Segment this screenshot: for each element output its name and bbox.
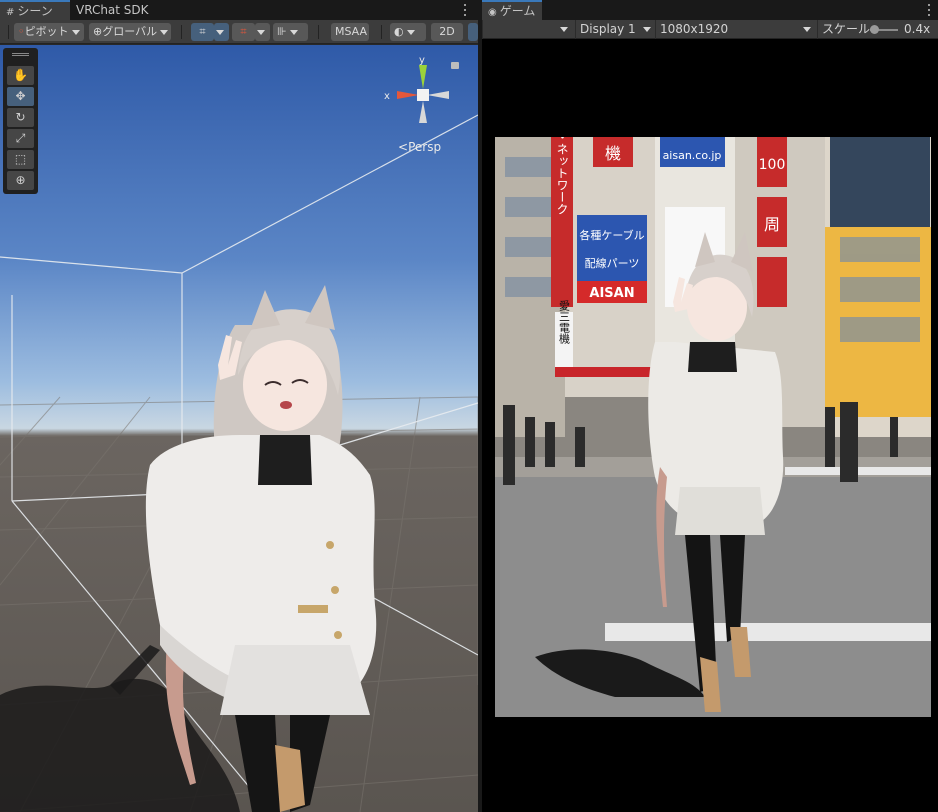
persp-label: Persp (408, 140, 442, 154)
gizmo-center-cube[interactable] (417, 89, 429, 101)
resolution-dropdown[interactable]: 1080x1920 (655, 20, 815, 39)
display-dropdown[interactable]: Display 1 (575, 20, 655, 39)
lock-icon[interactable] (451, 62, 459, 69)
scale-tool-button[interactable]: ⤢ (7, 129, 34, 148)
palette-grip-icon[interactable] (12, 53, 29, 56)
msaa-label: MSAA (335, 25, 368, 38)
increment-snap-icon: ⌗ (240, 25, 247, 38)
scale-value: 0.4x (904, 22, 931, 36)
globe-icon: ⊕ (93, 25, 103, 38)
game-scene-image: ル・ネットワーク 愛三電機 各種ケーブル 配線パーツ AISAN 機 aisan… (495, 137, 931, 717)
align-icon: ⊪ (277, 25, 287, 38)
tab-scene[interactable]: # シーン (0, 0, 70, 20)
scene-menu-icon[interactable] (460, 2, 470, 18)
projection-toggle[interactable]: <Persp (398, 140, 441, 154)
game-tabbar: ◉ ゲーム (482, 0, 938, 20)
scale-icon: ⤢ (15, 131, 26, 145)
gizmo-x-label: x (384, 91, 390, 102)
pivot-dropdown[interactable]: ◦ピボット (14, 23, 84, 41)
msaa-button[interactable]: MSAA (331, 23, 369, 41)
transform-icon: ⊕ (15, 173, 26, 187)
sign-url: aisan.co.jp (663, 149, 722, 162)
grid-snap-icon: ⌗ (199, 25, 206, 38)
pivot-label: ピボット (24, 25, 69, 38)
sign-shu: 周 (764, 215, 780, 234)
scene-panel: #シーン VRChat SDK ◦ピボット ⊕グローバル ⌗ ⌗ ⊪ MSAA (0, 0, 478, 812)
hand-icon: ✋ (13, 68, 28, 82)
increment-snap-button[interactable]: ⌗ (232, 23, 255, 41)
sign-network-text: ル・ネットワーク (555, 137, 569, 215)
gizmo-y-axis[interactable] (419, 65, 427, 89)
grid-dropdown[interactable] (214, 23, 229, 41)
gamepad-icon: ◉ (488, 7, 497, 18)
game-toolbar: Display 1 1080x1920 スケール 0.4x (482, 20, 938, 39)
game-panel: ◉ ゲーム Display 1 1080x1920 スケール 0.4x ル・ネッ… (482, 0, 938, 812)
move-tool-button[interactable]: ✥ (7, 87, 34, 106)
game-view-render[interactable]: ル・ネットワーク 愛三電機 各種ケーブル 配線パーツ AISAN 機 aisan… (495, 137, 931, 717)
increment-snap-dropdown[interactable] (255, 23, 270, 41)
2d-label: 2D (439, 25, 455, 38)
lighting-toggle-button[interactable] (468, 23, 478, 41)
resolution-label: 1080x1920 (660, 22, 729, 36)
sign-aisan-denki: 愛三電機 (558, 300, 571, 345)
sign-100: 100 (759, 157, 786, 173)
tab-game[interactable]: ◉ ゲーム (482, 0, 542, 20)
sign-parts: 配線パーツ (585, 256, 640, 270)
scene-tab-icon: # (6, 7, 15, 18)
rotate-tool-button[interactable]: ↻ (7, 108, 34, 127)
scene-tabbar: # シーン VRChat SDK (0, 0, 478, 20)
game-menu-icon[interactable] (924, 2, 934, 18)
tab-scene-label: シーン (17, 4, 53, 18)
avatar-model-scene[interactable] (140, 245, 390, 812)
shading-mode-dropdown[interactable]: ◐ (390, 23, 426, 41)
global-dropdown[interactable]: ⊕グローバル (89, 23, 171, 41)
scale-slider-handle[interactable] (870, 25, 879, 34)
scene-toolbar: ◦ピボット ⊕グローバル ⌗ ⌗ ⊪ MSAA ◐ 2D (0, 20, 478, 44)
display-label: Display 1 (580, 22, 636, 36)
scale-control: スケール 0.4x (817, 20, 938, 39)
hand-tool-button[interactable]: ✋ (7, 66, 34, 85)
sign-cable: 各種ケーブル (579, 228, 644, 242)
unity-editor: #シーン VRChat SDK ◦ピボット ⊕グローバル ⌗ ⌗ ⊪ MSAA (0, 0, 938, 812)
rect-tool-button[interactable]: ⬚ (7, 150, 34, 169)
align-button[interactable]: ⊪ (273, 23, 308, 41)
tab-game-label: ゲーム (499, 4, 536, 18)
tab-vrchat-sdk-label: VRChat SDK (76, 3, 149, 17)
sign-ki: 機 (605, 144, 621, 163)
move-icon: ✥ (15, 89, 26, 103)
grid-toggle-button[interactable]: ⌗ (191, 23, 214, 41)
scale-label: スケール (822, 22, 871, 36)
transform-tools-palette: ✋ ✥ ↻ ⤢ ⬚ ⊕ (3, 48, 38, 194)
game-mode-dropdown[interactable] (482, 20, 572, 39)
scene-viewport[interactable]: ✋ ✥ ↻ ⤢ ⬚ ⊕ x y <Persp (0, 45, 478, 812)
rotate-icon: ↻ (15, 110, 26, 124)
gizmo-x-axis[interactable] (397, 91, 419, 99)
rect-icon: ⬚ (14, 152, 27, 166)
tab-vrchat-sdk[interactable]: VRChat SDK (70, 0, 155, 20)
global-label: グローバル (102, 25, 158, 38)
gizmo-y-label: y (419, 55, 425, 66)
shading-icon: ◐ (394, 25, 404, 38)
transform-tool-button[interactable]: ⊕ (7, 171, 34, 190)
sign-aisan: AISAN (589, 286, 634, 301)
2d-toggle-button[interactable]: 2D (431, 23, 463, 41)
